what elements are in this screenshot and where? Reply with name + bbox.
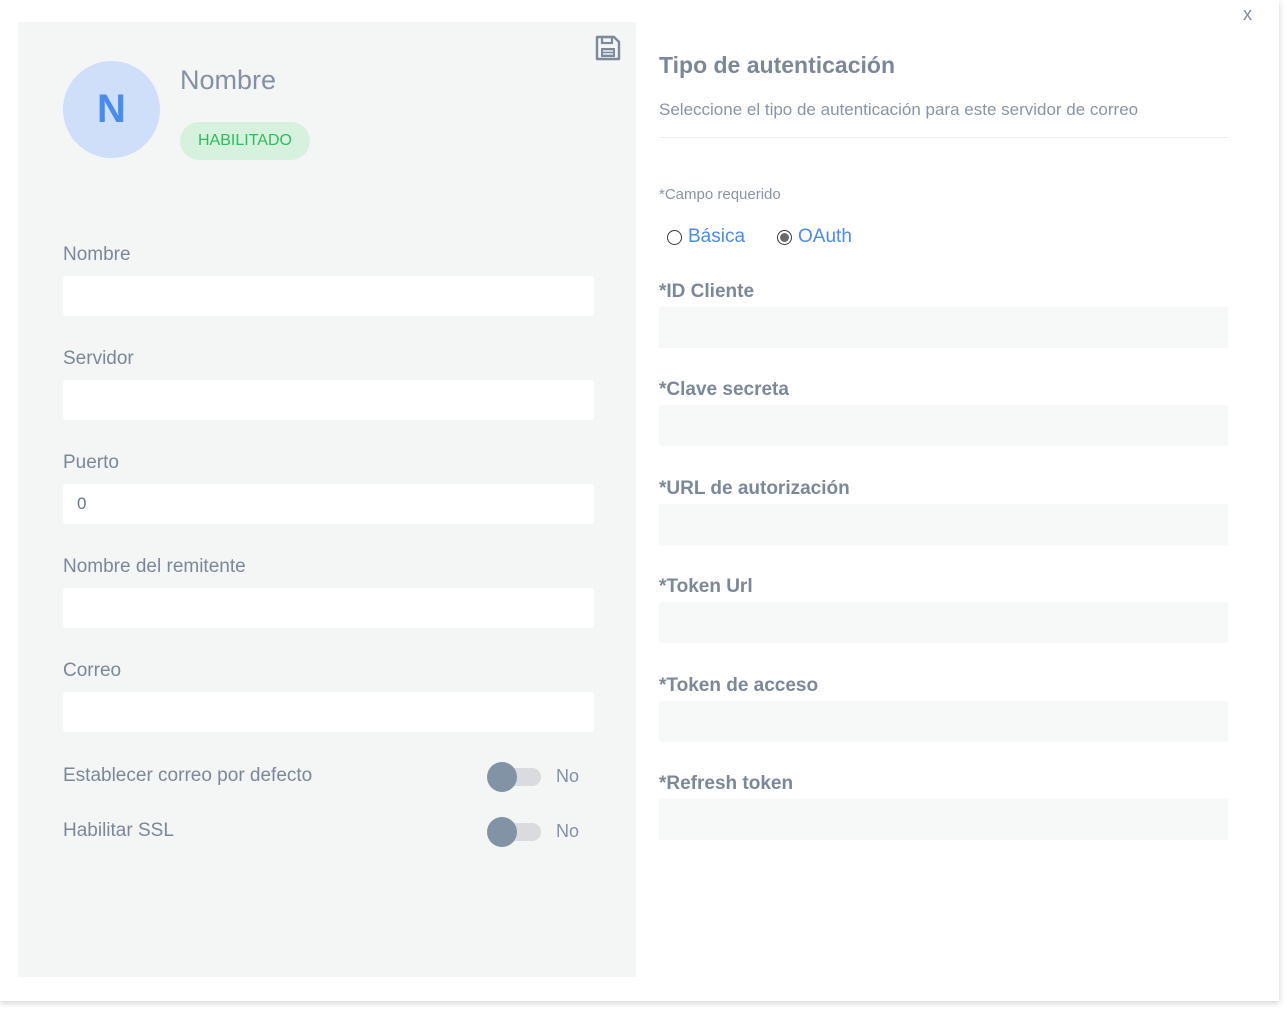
avatar: N (63, 61, 160, 158)
ssl-state: No (556, 821, 580, 841)
access-token-label: *Token de acceso (659, 675, 819, 696)
close-icon[interactable]: x (1243, 4, 1252, 24)
refresh-token-input[interactable] (659, 799, 1228, 840)
auth-url-label: *URL de autorización (659, 478, 850, 499)
divider (659, 137, 1229, 138)
radio-basic[interactable]: Básica (667, 226, 745, 248)
client-secret-input[interactable] (659, 405, 1228, 446)
radio-oauth-label[interactable]: OAuth (798, 226, 852, 248)
name-input[interactable] (63, 276, 594, 316)
access-token-input[interactable] (659, 701, 1228, 742)
default-email-toggle-knob[interactable] (487, 762, 517, 792)
status-badge: HABILITADO (180, 122, 310, 160)
client-id-label: *ID Cliente (659, 281, 755, 302)
email-label: Correo (63, 660, 122, 681)
server-label: Servidor (63, 348, 134, 369)
sender-name-label: Nombre del remitente (63, 556, 246, 577)
mail-server-modal: x N Nombre HABILITADO Nombre Servidor Pu… (0, 0, 1279, 1001)
client-secret-label: *Clave secreta (659, 379, 789, 400)
server-input[interactable] (63, 380, 594, 420)
close-button[interactable]: x (1243, 3, 1252, 25)
name-label: Nombre (63, 244, 131, 265)
radio-oauth[interactable]: OAuth (777, 226, 852, 248)
ssl-label: Habilitar SSL (63, 820, 174, 841)
token-url-label: *Token Url (659, 576, 753, 597)
auth-type-title: Tipo de autenticación (659, 52, 895, 78)
ssl-toggle-knob[interactable] (487, 817, 517, 847)
port-input[interactable] (63, 484, 594, 524)
radio-basic-label[interactable]: Básica (688, 226, 745, 248)
default-email-label: Establecer correo por defecto (63, 765, 313, 786)
server-details-panel: N Nombre HABILITADO Nombre Servidor Puer… (18, 22, 636, 977)
auth-type-subtitle: Seleccione el tipo de autenticación para… (659, 100, 1139, 119)
token-url-input[interactable] (659, 602, 1228, 643)
default-email-state: No (556, 766, 580, 786)
sender-name-input[interactable] (63, 588, 594, 628)
email-input[interactable] (63, 692, 594, 732)
port-label: Puerto (63, 452, 119, 473)
refresh-token-label: *Refresh token (659, 773, 794, 794)
auth-url-input[interactable] (659, 504, 1228, 545)
save-icon[interactable] (594, 34, 622, 62)
profile-name: Nombre (180, 65, 277, 95)
required-note: *Campo requerido (659, 186, 781, 203)
radio-selected-dot (780, 232, 790, 242)
avatar-initial: N (97, 87, 126, 131)
radio-basic-circle[interactable] (667, 229, 682, 245)
client-id-input[interactable] (659, 307, 1228, 348)
radio-oauth-circle[interactable] (777, 229, 793, 245)
auth-type-radio-group: Básica OAuth (667, 226, 884, 248)
